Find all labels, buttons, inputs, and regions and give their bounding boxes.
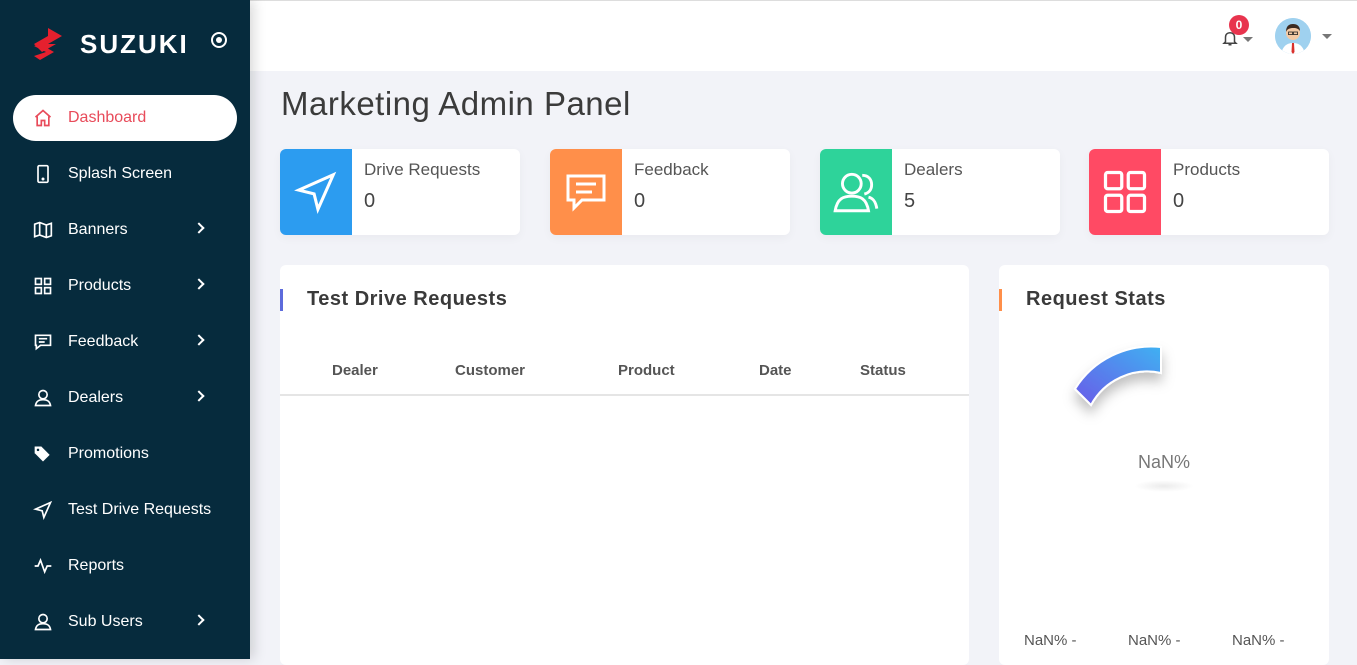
- home-icon: [33, 108, 53, 128]
- sidebar-item-dealers[interactable]: Dealers: [13, 375, 237, 421]
- activity-icon: [33, 556, 53, 576]
- stat-card-feedback[interactable]: Feedback 0: [550, 149, 790, 235]
- panel-accent: [280, 289, 283, 311]
- stat-value: 5: [904, 190, 916, 212]
- request-stats-gauge: [1073, 345, 1162, 407]
- send-icon: [280, 149, 352, 235]
- sidebar-item-reports[interactable]: Reports: [13, 543, 237, 589]
- stat-label: Products: [1173, 160, 1241, 179]
- stat-card-products[interactable]: Products 0: [1089, 149, 1329, 235]
- sidebar-item-label: Dealers: [68, 389, 124, 406]
- column-header-dealer[interactable]: Dealer: [332, 362, 378, 379]
- sidebar-item-sub-users[interactable]: Sub Users: [13, 599, 237, 645]
- stat-label: Feedback: [634, 160, 709, 179]
- stat-card-drive-requests[interactable]: Drive Requests 0: [280, 149, 520, 235]
- chevron-right-icon: [193, 278, 205, 290]
- chevron-right-icon: [193, 222, 205, 234]
- sidebar-item-dashboard[interactable]: Dashboard: [13, 95, 237, 141]
- sidebar-item-label: Splash Screen: [68, 165, 173, 182]
- sidebar-toggle-icon[interactable]: [210, 32, 227, 48]
- grid-icon: [33, 276, 53, 296]
- request-stats-panel: Request Stats NaN% NaN% - NaN% - NaN% -: [999, 265, 1329, 665]
- stat-value: 0: [1173, 190, 1185, 212]
- suzuki-logo-icon: [34, 28, 62, 60]
- user-menu-button[interactable]: [1275, 18, 1332, 56]
- legend-item: NaN% -: [1024, 632, 1077, 649]
- user-icon: [33, 388, 53, 408]
- topbar: 0: [250, 0, 1357, 71]
- chevron-right-icon: [193, 334, 205, 346]
- table-header: Dealer Customer Product Date Status: [280, 351, 969, 396]
- avatar: [1275, 18, 1311, 54]
- panel-accent: [999, 289, 1002, 311]
- sidebar-item-label: Sub Users: [68, 613, 143, 630]
- sidebar-item-label: Products: [68, 277, 132, 294]
- chevron-right-icon: [193, 614, 205, 626]
- send-icon: [33, 500, 53, 520]
- legend-item: NaN% -: [1232, 632, 1285, 649]
- sidebar-item-feedback[interactable]: Feedback: [13, 319, 237, 365]
- column-header-product[interactable]: Product: [618, 362, 675, 379]
- sidebar-item-banners[interactable]: Banners: [13, 207, 237, 253]
- test-drive-requests-panel: Test Drive Requests Dealer Customer Prod…: [280, 265, 969, 665]
- stat-value: 0: [364, 190, 376, 212]
- sidebar-item-test-drive-requests[interactable]: Test Drive Requests: [13, 487, 237, 533]
- column-header-status[interactable]: Status: [860, 362, 906, 379]
- sidebar-item-label: Test Drive Requests: [68, 501, 212, 518]
- sidebar-item-label: Reports: [68, 557, 125, 574]
- main-content: Marketing Admin Panel Drive Requests 0 F…: [250, 71, 1357, 665]
- users-icon: [820, 149, 892, 235]
- sidebar-item-promotions[interactable]: Promotions: [13, 431, 237, 477]
- sidebar-item-label: Promotions: [68, 445, 149, 462]
- gauge-center-value: NaN%: [1137, 452, 1190, 472]
- sidebar-item-splash-screen[interactable]: Splash Screen: [13, 151, 237, 197]
- message-icon: [550, 149, 622, 235]
- brand: SUZUKI: [0, 0, 250, 88]
- legend-item: NaN% -: [1128, 632, 1181, 649]
- stat-label: Drive Requests: [364, 160, 481, 179]
- page-title: Marketing Admin Panel: [281, 85, 631, 122]
- panel-title: Test Drive Requests: [307, 288, 508, 310]
- user-icon: [33, 612, 53, 632]
- sidebar-item-products[interactable]: Products: [13, 263, 237, 309]
- brand-name: SUZUKI: [80, 28, 189, 59]
- notifications-button[interactable]: 0: [1221, 15, 1253, 51]
- column-header-date[interactable]: Date: [759, 362, 792, 379]
- sidebar: SUZUKI Dashboard Splash Screen Banners P…: [0, 0, 250, 659]
- chevron-right-icon: [193, 390, 205, 402]
- map-icon: [33, 220, 53, 240]
- notification-count-badge: 0: [1229, 15, 1249, 35]
- sidebar-nav: Dashboard Splash Screen Banners Products: [0, 95, 250, 645]
- gauge-shadow: [1134, 480, 1194, 492]
- caret-down-icon: [1243, 37, 1253, 42]
- tablet-icon: [33, 164, 53, 184]
- stat-label: Dealers: [904, 160, 963, 179]
- stat-card-dealers[interactable]: Dealers 5: [820, 149, 1060, 235]
- tags-icon: [33, 444, 53, 464]
- caret-down-icon: [1322, 34, 1332, 39]
- grid-icon: [1089, 149, 1161, 235]
- stat-value: 0: [634, 190, 646, 212]
- column-header-customer[interactable]: Customer: [455, 362, 525, 379]
- message-icon: [33, 332, 53, 352]
- sidebar-item-label: Feedback: [68, 333, 139, 350]
- panel-title: Request Stats: [1026, 288, 1166, 310]
- sidebar-item-label: Banners: [68, 221, 128, 238]
- sidebar-item-label: Dashboard: [68, 109, 147, 126]
